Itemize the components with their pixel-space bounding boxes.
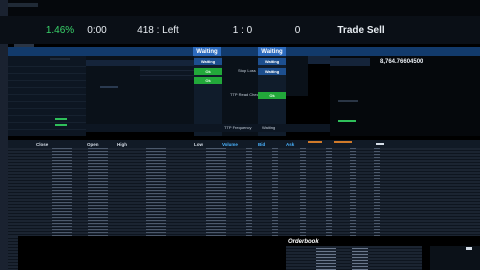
table-col-values-7 — [300, 148, 306, 236]
waiting-small: Waiting — [262, 125, 276, 130]
status-band — [8, 47, 480, 56]
orderbook-side — [430, 246, 480, 270]
waiting-cell-1: Waiting — [194, 58, 222, 65]
top-strip — [8, 0, 480, 16]
percent-display: 1.46% — [45, 24, 75, 36]
ttp-read-label: TTP Read Check — [230, 92, 261, 97]
price-value: 8,764.76604500 — [380, 59, 424, 65]
trade-display: Trade Sell — [337, 24, 385, 36]
left-display: 418 : Left — [137, 24, 179, 36]
waiting-status-1: Waiting — [193, 47, 221, 56]
price-panel — [330, 56, 480, 136]
timer-display: 0:00 — [87, 24, 107, 36]
header-orange-2 — [334, 141, 352, 143]
col-header-ask: Ask — [286, 142, 295, 147]
table-col-values-3 — [146, 148, 166, 236]
stats-rows — [8, 60, 86, 136]
orderbook-toggle[interactable] — [466, 247, 472, 250]
stat-value-green — [55, 118, 67, 120]
price-sub — [338, 100, 358, 102]
col-header-low: Low — [194, 142, 203, 147]
ok-indicator-1: Ok — [194, 68, 222, 75]
lower-left-cells — [8, 236, 18, 270]
orderbook-amounts — [352, 248, 368, 270]
price-sub-green — [338, 120, 356, 122]
price-label — [330, 58, 370, 66]
ttp-frequency-label: TTP Frequency — [224, 125, 252, 130]
table-col-values-8 — [326, 148, 332, 236]
col-header-open: Open — [87, 142, 99, 147]
table-col-values-5 — [246, 148, 252, 236]
ratio-display: 1 : 0 — [232, 24, 253, 36]
frequency-row — [86, 124, 330, 132]
header-orange-1 — [308, 141, 322, 143]
table-col-values-6 — [272, 148, 278, 236]
config-panel-d — [308, 56, 330, 64]
waiting-status-2: Waiting — [258, 47, 286, 56]
ok-indicator-3: Ok — [258, 92, 286, 99]
header-white-1 — [376, 143, 384, 145]
col-header-bid: Bid — [258, 142, 266, 147]
price-table — [8, 148, 480, 236]
table-col-values-10 — [374, 148, 380, 236]
table-col-values — [52, 148, 72, 236]
orderbook-title: Orderbook — [288, 239, 319, 245]
table-col-values-2 — [88, 148, 108, 236]
stat-value-green-2 — [55, 124, 67, 126]
waiting-cell-2: Waiting — [258, 58, 286, 65]
count-display: 0 — [294, 24, 301, 36]
config-rows-a — [140, 66, 194, 80]
col-header-close: Close — [36, 142, 49, 147]
stop-loss-label: Stop Loss — [238, 68, 256, 73]
orderbook-prices — [316, 248, 336, 270]
ok-indicator-2: Ok — [194, 77, 222, 84]
formula-bar[interactable] — [8, 3, 38, 7]
table-header-bar — [8, 140, 480, 148]
waiting-cell-3: Waiting — [258, 68, 286, 75]
config-value — [100, 86, 118, 88]
table-col-values-9 — [350, 148, 356, 236]
config-panel-c — [286, 56, 308, 96]
col-header-volume: Volume — [222, 142, 238, 147]
table-col-values-4 — [206, 148, 226, 236]
col-header-high: High — [117, 142, 127, 147]
